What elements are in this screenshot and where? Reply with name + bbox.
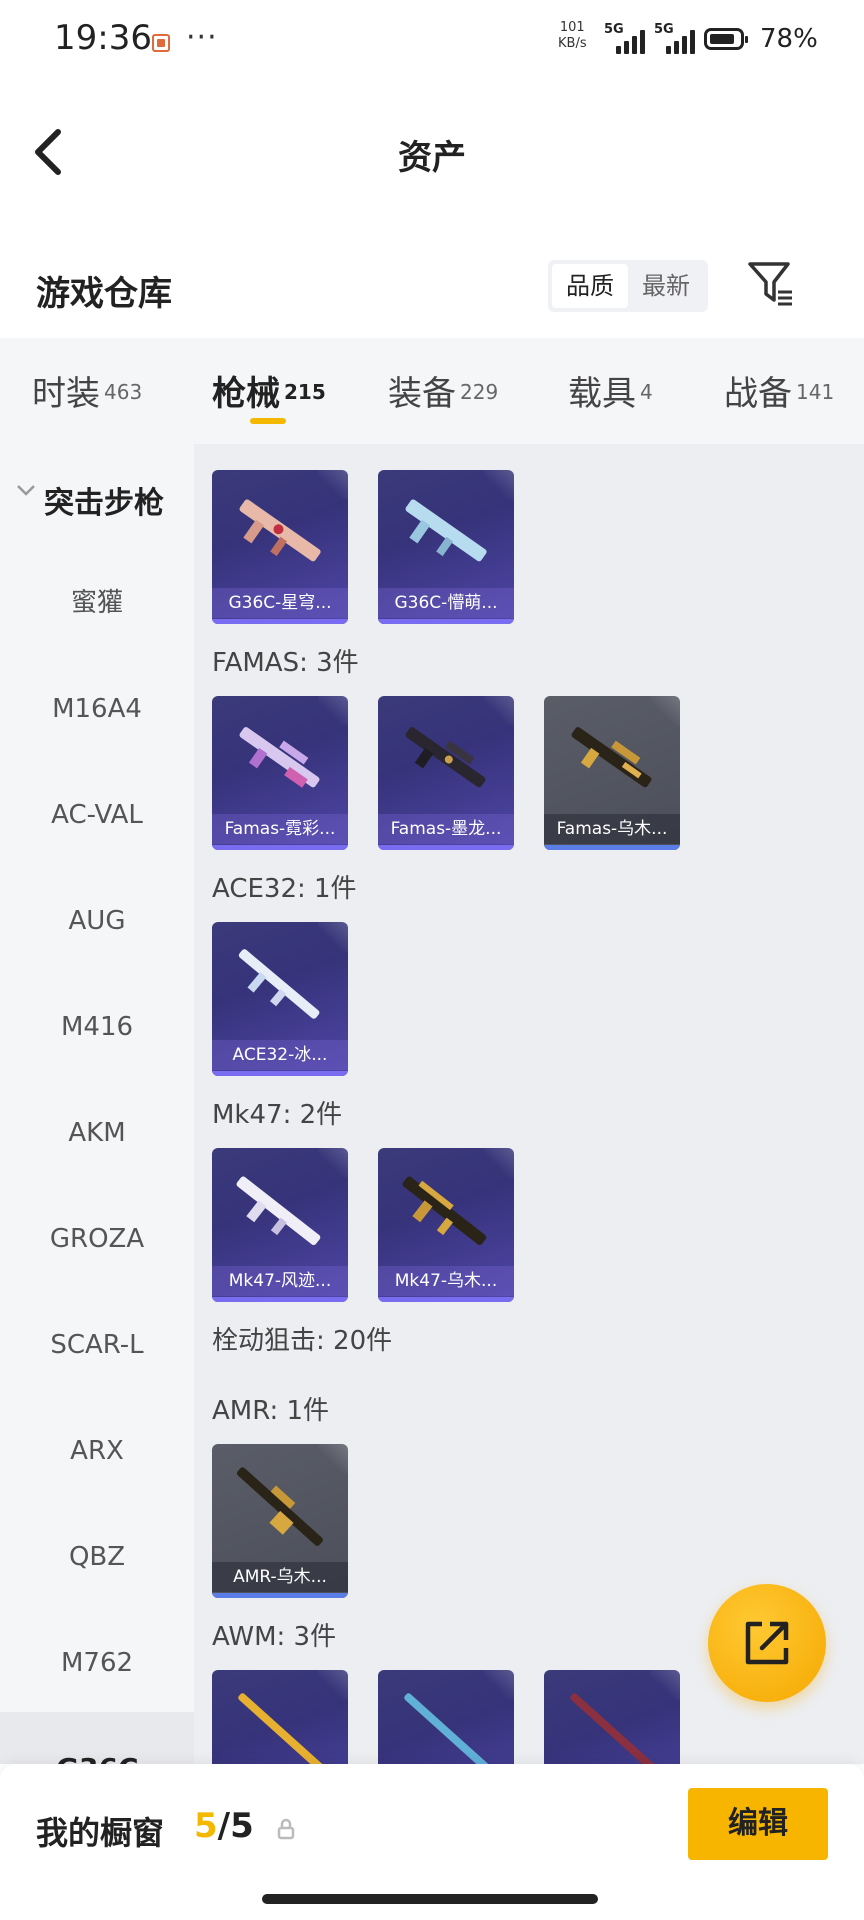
weapon-type-sidebar: 突击步枪 蜜獾 M16A4 AC-VAL AUG M416 AKM GROZA … [0, 444, 194, 1764]
weapon-card[interactable]: Mk47-风迹... [212, 1148, 348, 1302]
showcase-count: 5/5 [194, 1806, 254, 1846]
rifle-skin-icon [238, 949, 320, 1019]
group-title: Mk47: 2件 [212, 1100, 343, 1130]
category-tabs: 时装 463 枪械 215 装备 229 载具 4 战备 141 [0, 338, 864, 444]
weapon-card[interactable] [544, 1670, 680, 1764]
group-title: 栓动狙击: 20件 [212, 1326, 393, 1356]
network-speed: 101 KB/s [558, 20, 587, 52]
weapon-card[interactable]: Famas-乌木... [544, 696, 680, 850]
rifle-skin-icon [236, 1176, 321, 1246]
sidebar-item-m762[interactable]: M762 [0, 1610, 194, 1716]
sort-toggle: 品质 最新 [548, 260, 708, 312]
network-speed-unit: KB/s [558, 36, 587, 51]
sort-newest-button[interactable]: 最新 [628, 264, 704, 308]
sidebar-item-honey-badger[interactable]: 蜜獾 [0, 550, 194, 656]
sniper-skin-icon [236, 1467, 323, 1546]
rifle-skin-icon [571, 727, 652, 788]
sniper-skin-icon [404, 1693, 489, 1764]
weapon-card[interactable]: G36C-星穹... [212, 470, 348, 624]
chevron-down-icon [17, 485, 35, 496]
filter-icon [748, 262, 792, 306]
sidebar-item-m16a4[interactable]: M16A4 [0, 656, 194, 762]
rifle-skin-icon [405, 727, 486, 788]
showcase-bar: 我的橱窗 5/5 编辑 [0, 1764, 864, 1920]
sidebar-item-m416[interactable]: M416 [0, 974, 194, 1080]
tab-fashion[interactable]: 时装 463 [32, 366, 142, 415]
status-bar: 19:36 ··· 101 KB/s 5G 5G 78% [54, 18, 818, 58]
tab-vehicles[interactable]: 载具 4 [568, 366, 653, 415]
tab-supplies[interactable]: 战备 141 [724, 366, 834, 415]
home-indicator [262, 1894, 598, 1904]
lock-icon [277, 1818, 295, 1840]
sort-quality-button[interactable]: 品质 [552, 264, 628, 308]
tab-guns[interactable]: 枪械 215 [212, 366, 326, 415]
sidebar-item-groza[interactable]: GROZA [0, 1186, 194, 1292]
sidebar-category-assault-rifle[interactable]: 突击步枪 [0, 444, 194, 544]
tab-equipment[interactable]: 装备 229 [388, 366, 498, 415]
nav-bar: 资产 [0, 96, 864, 206]
group-title: AMR: 1件 [212, 1396, 330, 1426]
weapon-card[interactable]: AMR-乌木... [212, 1444, 348, 1598]
sidebar-item-akm[interactable]: AKM [0, 1080, 194, 1186]
active-tab-indicator [250, 418, 286, 424]
warehouse-header: 游戏仓库 品质 最新 [0, 248, 864, 338]
battery-percent: 78% [760, 24, 818, 54]
sidebar-item-aug[interactable]: AUG [0, 868, 194, 974]
rifle-skin-icon [402, 1176, 487, 1246]
status-time: 19:36 [54, 18, 152, 58]
group-title: FAMAS: 3件 [212, 648, 359, 678]
weapon-card[interactable]: G36C-懵萌... [378, 470, 514, 624]
app-notification-icon [152, 34, 170, 52]
weapon-card[interactable]: Famas-墨龙... [378, 696, 514, 850]
sidebar-item-g36c[interactable]: G36C [0, 1712, 194, 1764]
sniper-skin-icon [238, 1693, 323, 1764]
rifle-skin-icon [239, 499, 321, 562]
sidebar-item-qbz[interactable]: QBZ [0, 1504, 194, 1610]
weapon-card[interactable]: ACE32-冰... [212, 922, 348, 1076]
page-title: 资产 [398, 138, 466, 178]
rifle-skin-icon [239, 727, 320, 788]
weapon-card[interactable]: Mk47-乌木... [378, 1148, 514, 1302]
group-title: ACE32: 1件 [212, 874, 357, 904]
edit-button[interactable]: 编辑 [688, 1788, 828, 1860]
battery-icon [704, 28, 748, 50]
showcase-title: 我的橱窗 [36, 1814, 165, 1852]
filter-button[interactable] [746, 258, 796, 310]
weapon-card[interactable] [378, 1670, 514, 1764]
weapon-card[interactable] [212, 1670, 348, 1764]
network-speed-value: 101 [559, 20, 585, 35]
more-notifications-icon: ··· [186, 20, 218, 55]
sniper-skin-icon [570, 1693, 655, 1764]
sidebar-item-arx[interactable]: ARX [0, 1398, 194, 1504]
group-title: AWM: 3件 [212, 1622, 337, 1652]
share-external-icon [745, 1621, 789, 1665]
weapon-grid: G36C-星穹... G36C-懵萌... FAMAS: 3件 Famas-霓彩… [194, 444, 864, 1764]
sidebar-item-scar-l[interactable]: SCAR-L [0, 1292, 194, 1398]
warehouse-title: 游戏仓库 [36, 274, 172, 314]
share-button[interactable] [708, 1584, 826, 1702]
rifle-skin-icon [405, 499, 487, 562]
sidebar-item-ac-val[interactable]: AC-VAL [0, 762, 194, 868]
weapon-card[interactable]: Famas-霓彩... [212, 696, 348, 850]
